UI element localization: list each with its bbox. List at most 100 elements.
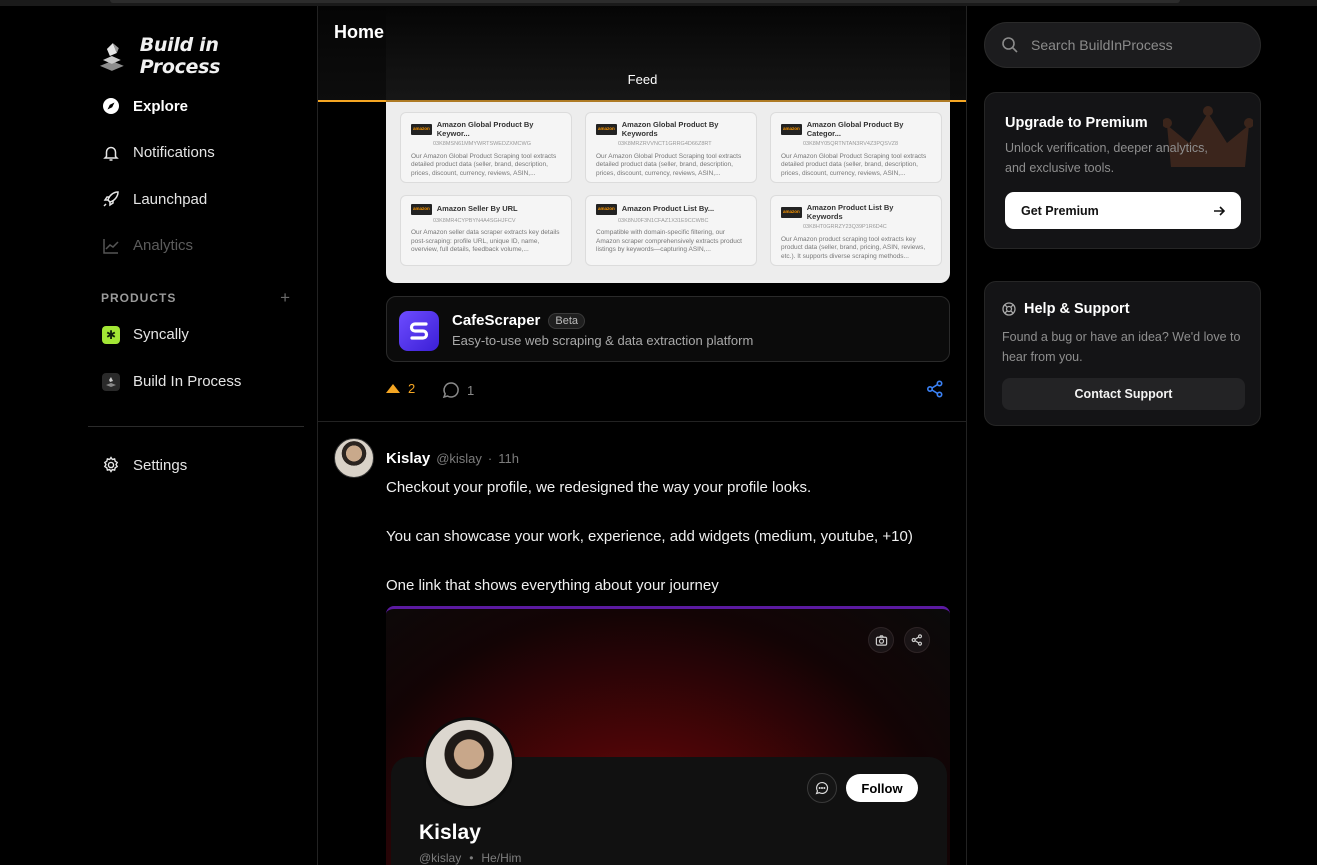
product-description: Easy-to-use web scraping & data extracti… — [452, 333, 754, 348]
amazon-logo-icon: amazon — [411, 124, 432, 135]
product-item-syncally[interactable]: ✱ Syncally — [88, 311, 304, 358]
screenshot-mini-card: amazon Amazon Global Product By Keywords 0… — [585, 112, 757, 183]
app-logo[interactable]: Build in Process — [96, 34, 304, 78]
profile-meta: @kislay • He/Him — [419, 851, 521, 865]
help-description: Found a bug or have an idea? We'd love t… — [1002, 330, 1241, 364]
product-label-syncally: Syncally — [133, 326, 189, 343]
nav-label-analytics: Analytics — [133, 237, 194, 255]
search-input[interactable] — [1031, 37, 1231, 53]
beta-badge: Beta — [548, 312, 586, 329]
syncally-logo-icon: ✱ — [102, 325, 120, 344]
nav-label-settings: Settings — [133, 456, 188, 474]
screenshot-mini-card: amazon Amazon Product List By... 03K8NJ0F3… — [585, 195, 757, 266]
nav-item-settings[interactable]: Settings — [88, 442, 304, 489]
profile-handle: @kislay — [419, 851, 462, 865]
premium-card: Upgrade to Premium Unlock verification, … — [984, 92, 1261, 249]
page-title: Home — [334, 22, 385, 42]
tab-feed[interactable]: Feed — [318, 72, 966, 87]
mini-card-title-row: amazon Amazon Global Product By Keywords — [596, 120, 746, 138]
message-button[interactable] — [807, 773, 837, 803]
gear-icon — [103, 456, 119, 474]
post-time: 11h — [498, 451, 519, 466]
bip-logo-icon — [102, 372, 120, 391]
logo-icon — [99, 43, 124, 71]
nav-label-launchpad: Launchpad — [133, 190, 208, 208]
mini-card-id: 03K8MY05QRTNTAN3RV4Z3PQSVZ8 — [803, 141, 899, 147]
search-bar[interactable] — [984, 22, 1261, 68]
help-title-row: Help & Support — [1002, 301, 1130, 317]
mini-card-desc: Our Amazon Global Product Scraping tool … — [411, 152, 557, 177]
compass-icon — [103, 98, 119, 115]
products-heading: PRODUCTS — [101, 291, 177, 305]
upvote-button[interactable]: 2 — [386, 381, 415, 396]
bell-icon — [103, 146, 119, 161]
amazon-logo-icon: amazon — [596, 204, 617, 215]
screenshot-mini-card: amazon Amazon Product List By Keywords 03K… — [770, 195, 942, 266]
get-premium-button[interactable]: Get Premium — [1005, 192, 1241, 229]
mini-card-title-row: amazon Amazon Global Product By Keywor... — [411, 120, 561, 138]
chat-icon — [815, 781, 829, 795]
post-line: You can showcase your work, experience, … — [386, 528, 913, 545]
nav-item-explore[interactable]: Explore — [88, 83, 304, 130]
right-sidebar: Upgrade to Premium Unlock verification, … — [984, 0, 1261, 865]
amazon-logo-icon: amazon — [411, 204, 432, 215]
sidebar-divider — [88, 426, 304, 427]
share-button[interactable] — [926, 380, 944, 401]
mini-card-title: Amazon Seller By URL — [436, 204, 518, 213]
profile-name: Kislay — [419, 821, 481, 844]
feed-header: Home Feed — [318, 6, 966, 102]
follow-button[interactable]: Follow — [846, 774, 918, 802]
get-premium-label: Get Premium — [1021, 203, 1099, 218]
post-body: Checkout your profile, we redesigned the… — [386, 476, 956, 599]
mini-card-title-row: amazon Amazon Product List By Keywords — [781, 203, 931, 221]
author-avatar[interactable] — [334, 438, 374, 478]
main-nav: Explore Notifications Launchpad Analytic… — [88, 83, 304, 269]
profile-preview-image[interactable]: Follow Kislay @kislay • He/Him — [386, 606, 950, 865]
comment-count: 1 — [467, 382, 475, 398]
app-name: Build in Process — [139, 34, 221, 78]
upvote-icon — [386, 383, 400, 393]
arrow-right-icon — [1214, 205, 1225, 216]
product-name-row: CafeScraper Beta — [452, 312, 586, 329]
amazon-logo-icon: amazon — [781, 207, 802, 218]
nav-label-explore: Explore — [133, 97, 189, 115]
mini-card-title: Amazon Global Product By Categor... — [806, 120, 904, 138]
mini-card-id: 03K8MSN61MMYWRTSWEDZXMCWG — [433, 141, 531, 147]
camera-button[interactable] — [868, 627, 894, 653]
profile-avatar — [423, 717, 515, 809]
header-fade — [386, 6, 950, 102]
screenshot-mini-card: amazon Amazon Seller By URL 03K8MR4CYPBYN4… — [400, 195, 572, 266]
cafescraper-logo-icon — [399, 311, 439, 351]
comment-button[interactable]: 1 — [442, 381, 474, 399]
add-product-button[interactable]: + — [280, 288, 291, 308]
post-divider — [318, 421, 966, 422]
help-card: Help & Support Found a bug or have an id… — [984, 281, 1261, 426]
product-label-build-in-process: Build In Process — [133, 373, 242, 390]
product-list: ✱ Syncally Build In Process — [88, 311, 304, 405]
post-author-row: Kislay @kislay · 11h — [386, 450, 519, 467]
mini-card-id: 03K8MRZRVVNCT1GRRG4D66Z8RT — [618, 141, 712, 147]
product-name: CafeScraper — [452, 312, 541, 329]
preview-share-button[interactable] — [904, 627, 930, 653]
post-screenshot-image[interactable]: amazon Amazon Global Product By Keywor...… — [386, 102, 950, 283]
amazon-logo-icon: amazon — [781, 124, 802, 135]
premium-description: Unlock verification, deeper analytics, a… — [1005, 141, 1208, 175]
screenshot-mini-card: amazon Amazon Global Product By Categor..… — [770, 112, 942, 183]
product-item-build-in-process[interactable]: Build In Process — [88, 358, 304, 405]
linked-product-card[interactable]: CafeScraper Beta Easy-to-use web scrapin… — [386, 296, 950, 362]
screenshot-card-grid: amazon Amazon Global Product By Keywor...… — [400, 112, 942, 266]
mini-card-title: Amazon Global Product By Keywor... — [436, 120, 534, 138]
mini-card-desc: Compatible with domain-specific filterin… — [596, 229, 742, 253]
premium-title: Upgrade to Premium — [1005, 115, 1148, 131]
camera-icon — [875, 634, 887, 646]
nav-item-launchpad[interactable]: Launchpad — [88, 176, 304, 223]
nav-item-analytics[interactable]: Analytics — [88, 223, 304, 270]
search-icon — [1002, 37, 1018, 53]
author-handle[interactable]: @kislay — [436, 451, 482, 466]
nav-item-notifications[interactable]: Notifications — [88, 130, 304, 177]
mini-card-id: 03K8HT0GRRZY23Q39P1R6D4C — [803, 224, 887, 230]
contact-support-button[interactable]: Contact Support — [1002, 378, 1245, 410]
mini-card-title: Amazon Global Product By Keywords — [621, 120, 719, 138]
share-icon — [926, 380, 943, 398]
author-name[interactable]: Kislay — [386, 450, 430, 467]
